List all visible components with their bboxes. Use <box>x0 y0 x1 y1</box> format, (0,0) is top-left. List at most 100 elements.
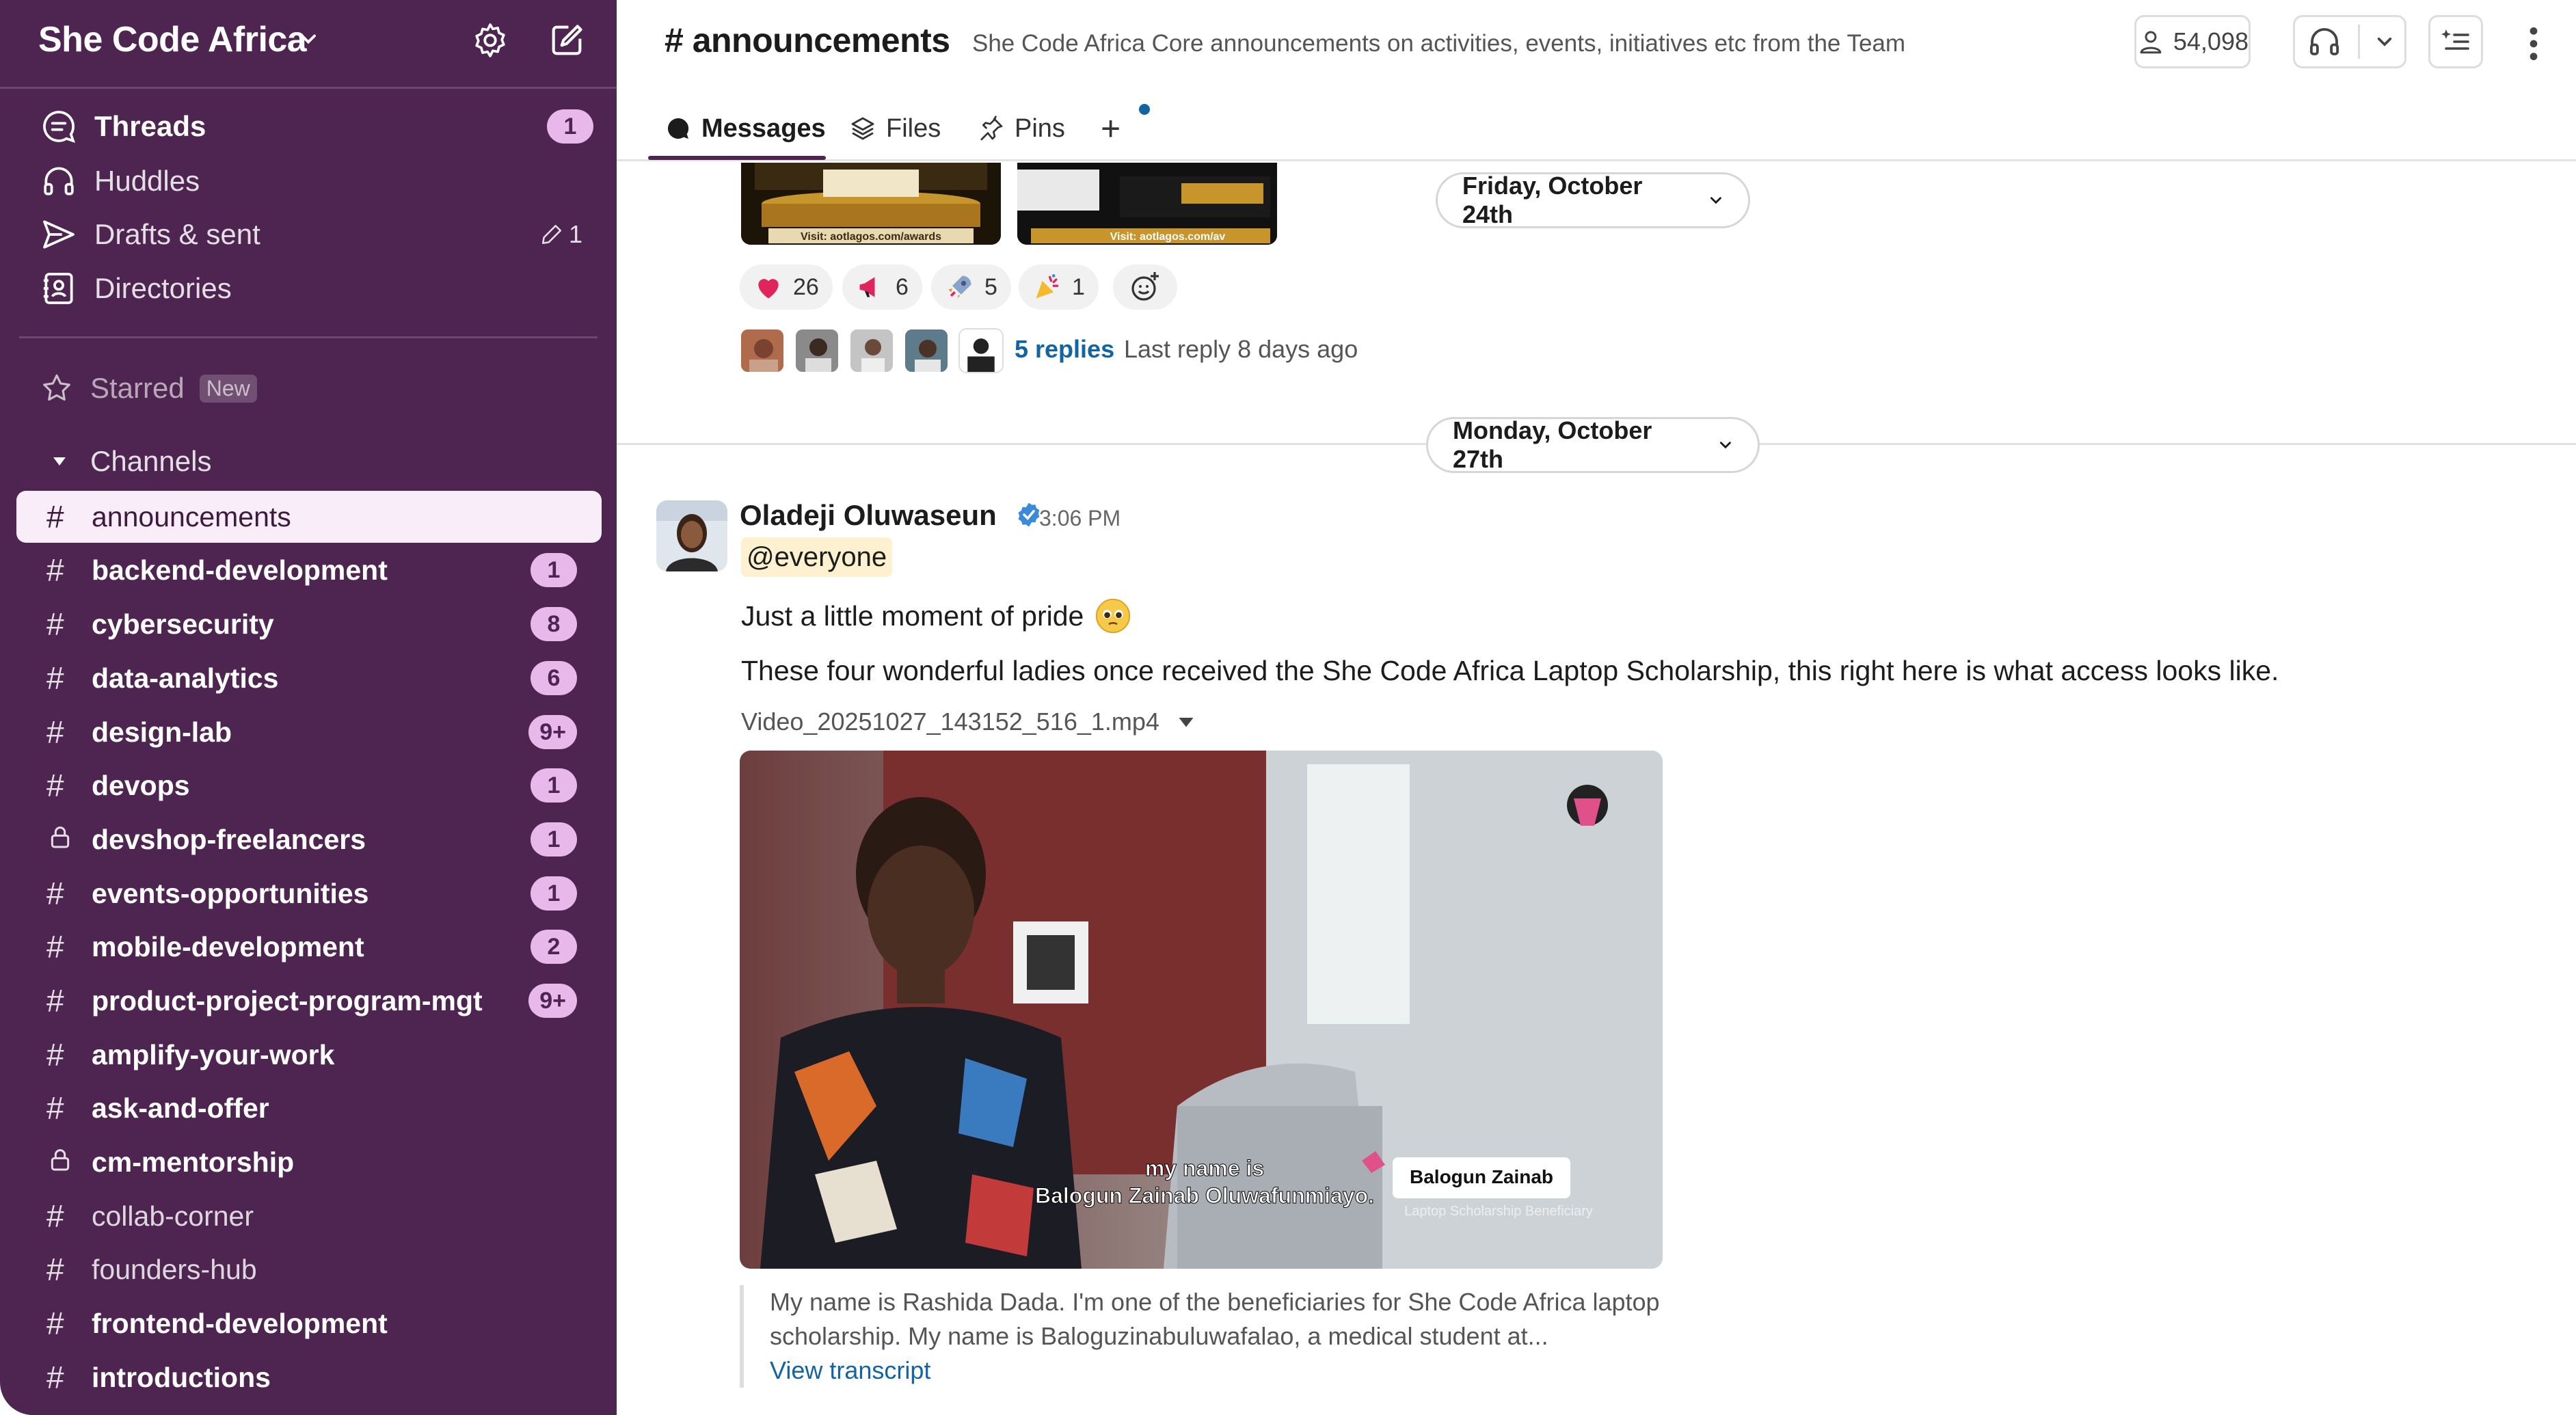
chevron-down-icon <box>1710 197 1722 204</box>
huddle-divider <box>2357 25 2360 59</box>
sidebar-item-events-opportunities[interactable]: # events-opportunities 1 <box>16 867 602 919</box>
video-player[interactable]: Balogun Zainab Laptop Scholarship Benefi… <box>740 751 1663 1269</box>
channel-name: amplify-your-work <box>92 1038 335 1070</box>
reaction-rocket[interactable]: 5 <box>931 265 1011 310</box>
gear-icon[interactable] <box>470 21 510 60</box>
reaction-party[interactable]: 1 <box>1019 265 1099 310</box>
sidebar-divider <box>19 336 598 338</box>
caret-down-icon[interactable] <box>1176 712 1196 732</box>
sidebar-item-ask-and-offer[interactable]: # ask-and-offer <box>16 1082 602 1134</box>
drafts-count: 1 <box>540 220 582 249</box>
chevron-down-icon[interactable] <box>2375 32 2394 51</box>
members-button[interactable]: 54,098 <box>2134 15 2251 68</box>
tab-files-label: Files <box>886 113 941 143</box>
channel-title[interactable]: # announcements <box>665 21 950 60</box>
new-indicator-dot <box>1139 104 1150 115</box>
person-icon <box>2140 31 2162 54</box>
hash-icon: # <box>46 1037 64 1073</box>
hash-icon: # <box>46 1306 64 1341</box>
tab-pins[interactable]: Pins <box>978 108 1065 149</box>
mention-everyone[interactable]: @everyone <box>741 537 893 577</box>
party-popper-emoji-icon <box>1036 274 1059 299</box>
author-avatar[interactable] <box>656 500 727 571</box>
sidebar-item-collab-corner[interactable]: # collab-corner <box>16 1190 602 1242</box>
sidebar-item-data-analytics[interactable]: # data-analytics 6 <box>16 652 602 704</box>
reaction-heart[interactable]: 26 <box>740 265 833 310</box>
reaction-count: 26 <box>793 273 819 300</box>
channel-description: She Code Africa Core announcements on ac… <box>972 30 1906 57</box>
unread-badge: 9+ <box>528 715 577 749</box>
layers-icon <box>851 117 874 140</box>
image-attachment[interactable]: Visit: aotlagos.com/av <box>1017 163 1277 245</box>
sidebar-item-mobile-development[interactable]: # mobile-development 2 <box>16 921 602 973</box>
channel-summary-button[interactable] <box>2428 15 2483 68</box>
channel-name: announcements <box>92 500 291 533</box>
channel-name: mobile-development <box>92 930 364 962</box>
add-tab-button[interactable]: + <box>1101 104 1150 149</box>
reply-avatar[interactable] <box>849 328 894 373</box>
hash-icon: # <box>46 1090 64 1126</box>
video-frame: Balogun Zainab Laptop Scholarship Benefi… <box>740 751 1663 1269</box>
message-author[interactable]: Oladeji Oluwaseun <box>740 499 997 532</box>
nav-drafts[interactable]: Drafts & sent <box>40 211 260 258</box>
sidebar-item-amplify-your-work[interactable]: # amplify-your-work <box>16 1029 602 1081</box>
video-file-header[interactable]: Video_20251027_143152_516_1.mp4 <box>741 708 1196 736</box>
channels-section-header[interactable]: Channels <box>40 437 211 485</box>
video-transcript: My name is Rashida Dada. I'm one of the … <box>740 1285 1697 1388</box>
reply-avatar[interactable] <box>958 328 1004 373</box>
reply-avatar[interactable] <box>794 328 840 373</box>
chevron-down-icon <box>1720 442 1732 449</box>
nav-huddles[interactable]: Huddles <box>40 157 200 205</box>
sidebar-item-devshop-freelancers[interactable]: devshop-freelancers 1 <box>16 813 602 865</box>
image-attachment[interactable]: Visit: aotlagos.com/awards <box>741 163 1001 245</box>
sidebar-item-product-project-program-mgt[interactable]: # product-project-program-mgt 9+ <box>16 975 602 1027</box>
message-timestamp[interactable]: 3:06 PM <box>1039 506 1121 531</box>
huddle-button[interactable] <box>2293 15 2406 68</box>
replies-link[interactable]: 5 replies <box>1015 335 1114 364</box>
video-name-tag: Balogun Zainab <box>1410 1166 1553 1187</box>
reaction-count: 5 <box>984 273 997 300</box>
transcript-line-1: My name is Rashida Dada. I'm one of the … <box>770 1288 1660 1316</box>
star-icon <box>43 374 70 401</box>
unread-badge: 1 <box>531 876 577 911</box>
heart-emoji-icon <box>758 279 779 299</box>
unread-badge: 2 <box>531 930 577 964</box>
sidebar-item-frontend-development[interactable]: # frontend-development <box>16 1297 602 1349</box>
sidebar: She Code Africa Threads 1 Huddles Drafts… <box>0 0 617 1415</box>
sidebar-item-design-lab[interactable]: # design-lab 9+ <box>16 706 602 758</box>
nav-starred[interactable]: Starred New <box>40 364 257 412</box>
nav-threads[interactable]: Threads <box>40 103 206 150</box>
channel-name: events-opportunities <box>92 877 369 909</box>
tab-messages[interactable]: Messages <box>665 108 826 149</box>
send-icon <box>43 220 75 249</box>
starred-new-tag: New <box>199 374 257 403</box>
video-subtitle-line-2: Balogun Zainab Oluwafunmiayo. <box>1035 1183 1374 1208</box>
sidebar-item-cybersecurity[interactable]: # cybersecurity 8 <box>16 598 602 650</box>
date-divider-friday[interactable]: Friday, October 24th <box>1436 172 1750 228</box>
reply-avatar[interactable] <box>740 328 785 373</box>
sidebar-item-cm-mentorship[interactable]: cm-mentorship <box>16 1136 602 1188</box>
compose-icon[interactable] <box>547 21 587 60</box>
rocket-emoji-icon <box>948 275 971 299</box>
chevron-down-icon[interactable] <box>298 29 319 49</box>
transcript-line-2: scholarship. My name is Baloguzinabuluwa… <box>770 1322 1548 1350</box>
date-friday-label: Friday, October 24th <box>1462 172 1643 228</box>
reaction-count: 1 <box>1072 273 1085 300</box>
add-reaction-button[interactable] <box>1113 265 1177 310</box>
date-divider-monday[interactable]: Monday, October 27th <box>1426 416 1760 473</box>
unread-badge: 1 <box>531 768 577 803</box>
reply-avatar[interactable] <box>904 328 949 373</box>
sidebar-item-announcements[interactable]: # announcements <box>16 491 602 543</box>
tab-files[interactable]: Files <box>849 108 941 149</box>
headphones-icon <box>44 167 74 196</box>
sidebar-item-founders-hub[interactable]: # founders-hub <box>16 1243 602 1295</box>
view-transcript-link[interactable]: View transcript <box>770 1353 1697 1388</box>
workspace-name[interactable]: She Code Africa <box>38 19 307 60</box>
message-line-2: These four wonderful ladies once receive… <box>741 655 2279 686</box>
sidebar-item-introductions[interactable]: # introductions <box>16 1351 602 1403</box>
more-vertical-icon[interactable] <box>2521 25 2546 63</box>
sidebar-item-backend-development[interactable]: # backend-development 1 <box>16 544 602 596</box>
reaction-megaphone[interactable]: 6 <box>842 265 922 310</box>
sidebar-item-devops[interactable]: # devops 1 <box>16 759 602 811</box>
nav-directories[interactable]: Directories <box>40 265 232 312</box>
